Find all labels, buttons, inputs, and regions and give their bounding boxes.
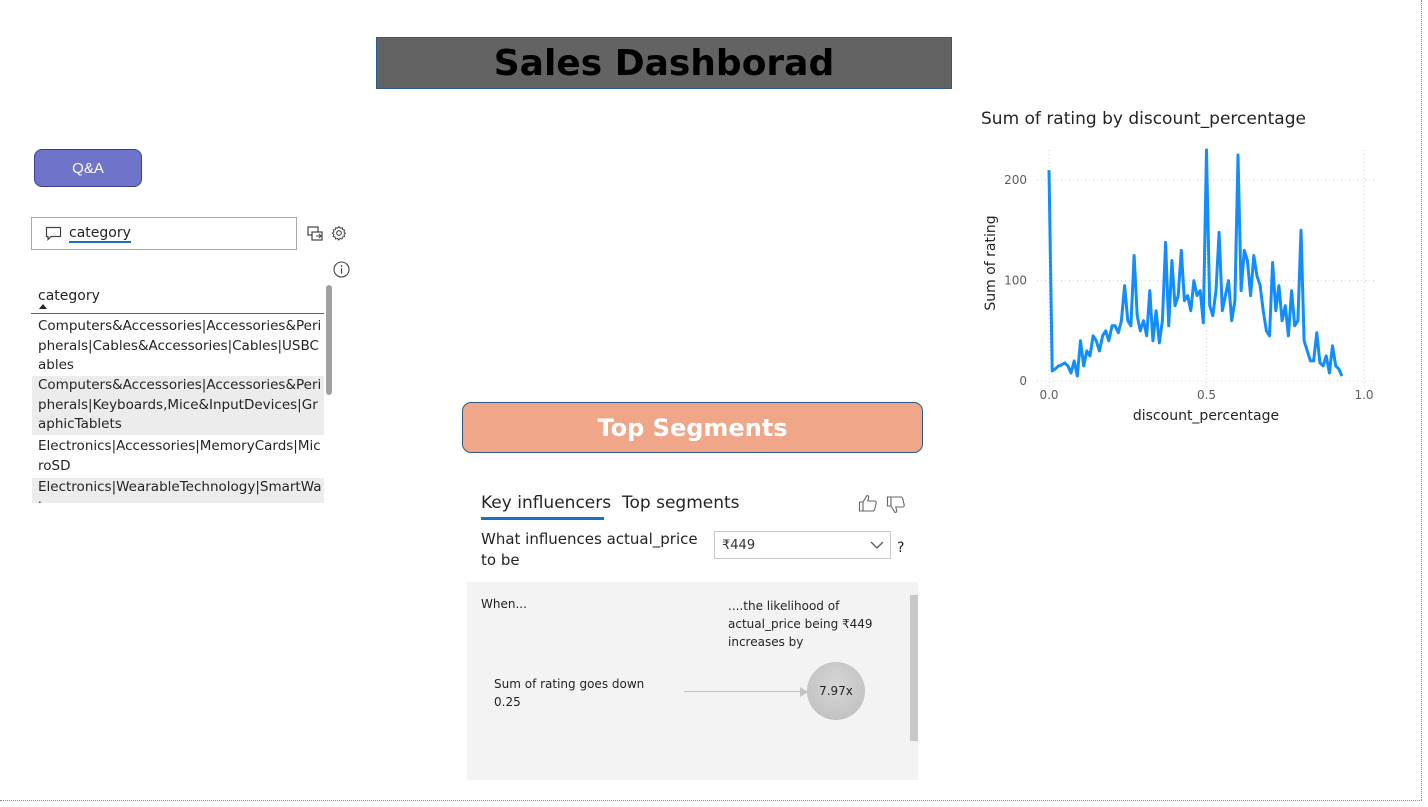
gear-icon[interactable]: [330, 224, 348, 242]
multiplier-value: 7.97x: [819, 684, 853, 698]
table-row[interactable]: Computers&Accessories|Accessories&Periph…: [32, 317, 324, 376]
table-header-category[interactable]: category: [38, 288, 100, 304]
x-tick-label: 0.5: [1197, 388, 1216, 402]
speech-bubble-icon: [45, 226, 62, 241]
ki-question-text: What influences actual_price to be: [481, 530, 698, 569]
canvas-border-right: [1421, 0, 1423, 800]
table-row[interactable]: Electronics|WearableTechnology|SmartWat: [32, 478, 324, 503]
qa-button[interactable]: Q&A: [34, 149, 142, 187]
likelihood-label: ....the likelihood of actual_price being…: [728, 599, 873, 649]
influence-arrow-line: [684, 691, 804, 692]
dashboard-title: Sales Dashborad: [493, 42, 835, 84]
help-icon[interactable]: ?: [897, 540, 904, 556]
x-axis-ticks: 0.0 0.5 1.0: [1039, 388, 1373, 402]
thumbs-down-icon[interactable]: [886, 495, 906, 515]
header-divider: [31, 313, 324, 314]
category-table: category Computers&Accessories|Accessori…: [31, 283, 336, 503]
canvas-border-bottom: [0, 800, 1422, 802]
info-icon[interactable]: [332, 260, 350, 278]
qa-input-text[interactable]: category: [69, 225, 131, 243]
dashboard-title-box: Sales Dashborad: [376, 37, 952, 89]
influencer-scrollbar[interactable]: [910, 595, 918, 741]
top-segments-banner-label: Top Segments: [597, 413, 788, 442]
thumbs-up-icon[interactable]: [858, 493, 878, 513]
y-axis-ticks: 0 100 200: [1004, 173, 1027, 388]
y-tick-label: 100: [1004, 274, 1027, 288]
multiplier-bubble[interactable]: 7.97x: [807, 662, 865, 720]
qa-question-input[interactable]: category: [31, 217, 297, 250]
table-row[interactable]: Electronics|Accessories|MemoryCards|Micr…: [32, 437, 324, 476]
chart-title: Sum of rating by discount_percentage: [981, 109, 1306, 129]
active-tab-indicator: [481, 517, 604, 520]
convert-visual-icon[interactable]: [306, 224, 324, 242]
sort-ascending-icon[interactable]: [39, 304, 47, 309]
target-value-dropdown[interactable]: ₹449: [714, 531, 891, 559]
top-segments-banner: Top Segments: [462, 402, 923, 453]
when-label: When...: [481, 597, 527, 611]
series-line: [1047, 148, 1344, 378]
chevron-down-icon[interactable]: [870, 540, 884, 550]
x-tick-label: 0.0: [1039, 388, 1058, 402]
table-row[interactable]: Computers&Accessories|Accessories&Periph…: [32, 376, 324, 435]
tab-top-segments[interactable]: Top segments: [622, 493, 740, 513]
tab-key-influencers[interactable]: Key influencers: [481, 493, 611, 513]
line-chart: 0 100 200 0.0 0.5 1.0 Sum of rating discount…: [983, 148, 1374, 424]
y-tick-label: 200: [1004, 173, 1027, 187]
x-axis-label: discount_percentage: [1133, 408, 1279, 424]
x-tick-label: 1.0: [1354, 388, 1373, 402]
influencer-factor[interactable]: Sum of rating goes down 0.25: [494, 675, 664, 711]
y-tick-label: 0: [1019, 374, 1027, 388]
table-scrollbar[interactable]: [326, 285, 332, 395]
y-axis-label: Sum of rating: [983, 215, 999, 310]
target-value-selected[interactable]: ₹449: [722, 538, 755, 553]
